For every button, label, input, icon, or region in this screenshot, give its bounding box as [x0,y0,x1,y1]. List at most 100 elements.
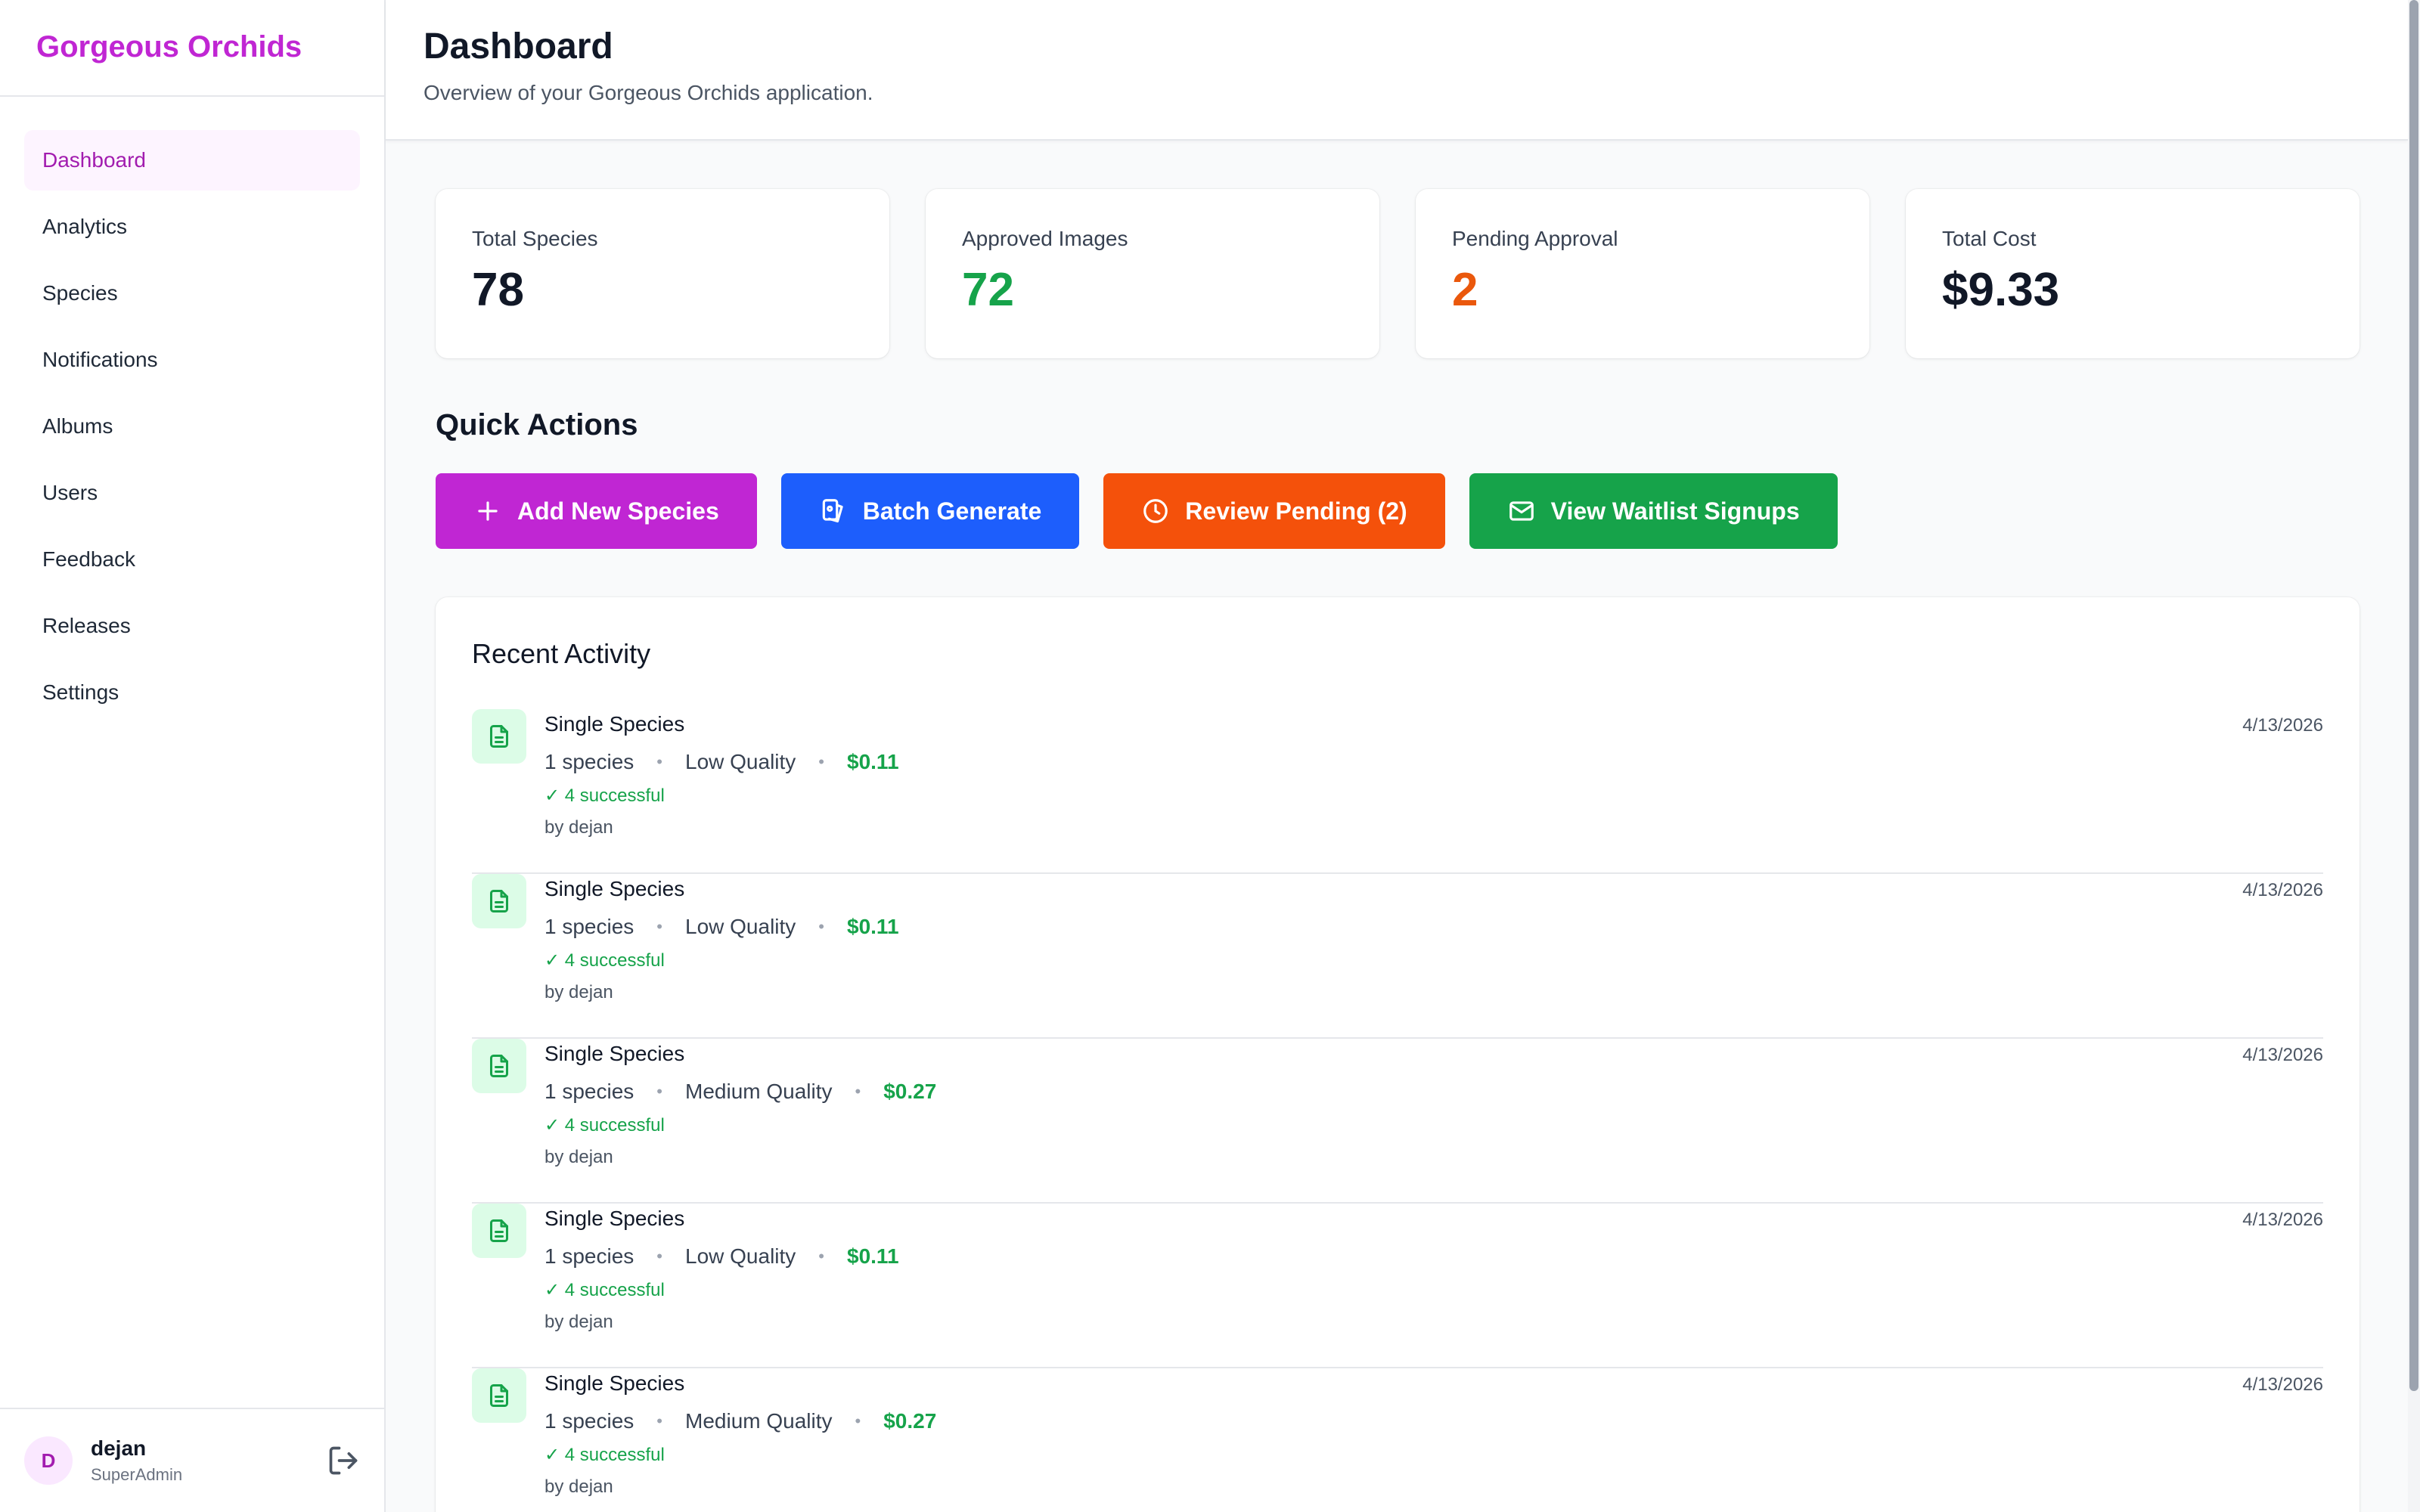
stat-card-total-species: Total Species 78 [436,189,889,358]
sidebar-item-albums[interactable]: Albums [24,396,360,457]
scrollbar-thumb[interactable] [2409,0,2418,1391]
page-title: Dashboard [424,26,613,67]
item-author: by dejan [544,1312,613,1332]
item-author: by dejan [544,982,613,1002]
separator-dot: • [656,917,662,936]
item-title: Single Species [544,1207,685,1230]
separator-dot: • [656,1411,662,1430]
item-body: Single Species 1 species • Medium Qualit… [544,1042,936,1168]
sidebar-item-notifications[interactable]: Notifications [24,330,360,390]
list-item[interactable]: Single Species 1 species • Low Quality •… [472,709,2323,874]
list-item[interactable]: Single Species 1 species • Medium Qualit… [472,1039,2323,1204]
item-cost: $0.27 [883,1409,937,1433]
plus-icon [478,501,498,521]
sidebar-item-releases[interactable]: Releases [24,596,360,656]
item-species: 1 species [544,915,634,938]
logout-icon[interactable] [327,1444,360,1477]
review-pending-label: Review Pending (2) [1185,497,1407,525]
item-body: Single Species 1 species • Low Quality •… [544,1207,899,1333]
item-cost: $0.11 [847,1244,899,1268]
page-header: Dashboard Overview of your Gorgeous Orch… [386,0,2408,141]
item-author: by dejan [544,1476,613,1497]
list-item[interactable]: Single Species 1 species • Low Quality •… [472,874,2323,1039]
item-title: Single Species [544,1042,685,1065]
sidebar-item-dashboard[interactable]: Dashboard [24,130,360,191]
brand-logo[interactable]: Gorgeous Orchids [0,0,384,97]
recent-activity-card: Recent Activity Single Species 1 species… [436,597,2360,1512]
activity-list: Single Species 1 species • Low Quality •… [472,709,2323,1512]
separator-dot: • [656,1247,662,1266]
batch-generate-button[interactable]: Batch Generate [780,473,1080,549]
review-pending-button[interactable]: Review Pending (2) [1103,473,1445,549]
item-date: 4/13/2026 [2242,1210,2323,1230]
item-author: by dejan [544,1147,613,1167]
sidebar-item-users[interactable]: Users [24,463,360,523]
sidebar-item-settings[interactable]: Settings [24,662,360,723]
list-item[interactable]: Single Species 1 species • Medium Qualit… [472,1368,2323,1512]
item-author: by dejan [544,817,613,838]
view-waitlist-signups-button[interactable]: View Waitlist Signups [1469,473,1838,549]
scrollbar[interactable] [2408,0,2420,1512]
document-icon [472,1204,526,1258]
document-icon [472,874,526,928]
item-quality: Low Quality [685,915,796,938]
item-success: ✓ 4 successful [544,1115,665,1136]
add-new-species-button[interactable]: Add New Species [436,473,757,549]
item-meta: 1 species • Medium Quality • $0.27 [544,1080,936,1104]
item-date: 4/13/2026 [2242,715,2323,736]
stat-label: Total Cost [1942,227,2037,250]
separator-dot: • [855,1411,861,1430]
item-body: Single Species 1 species • Low Quality •… [544,712,899,838]
item-quality: Medium Quality [685,1080,833,1103]
quick-actions-title: Quick Actions [436,408,638,442]
view-waitlist-signups-label: View Waitlist Signups [1550,497,1800,525]
stat-value: 78 [472,264,524,316]
item-meta: 1 species • Low Quality • $0.11 [544,1244,899,1269]
item-meta: 1 species • Low Quality • $0.11 [544,915,899,939]
quick-actions-row: Add New Species Batch Generate Review Pe… [436,473,1838,549]
item-meta: 1 species • Low Quality • $0.11 [544,750,899,774]
stat-label: Total Species [472,227,598,250]
item-date: 4/13/2026 [2242,1045,2323,1065]
clock-icon [1143,499,1168,523]
recent-activity-title: Recent Activity [472,638,651,669]
item-title: Single Species [544,877,685,900]
separator-dot: • [818,1247,824,1266]
sidebar-item-analytics[interactable]: Analytics [24,197,360,257]
item-success: ✓ 4 successful [544,1280,665,1300]
separator-dot: • [656,752,662,771]
batch-generate-label: Batch Generate [862,497,1042,525]
item-success: ✓ 4 successful [544,1445,665,1465]
stat-label: Approved Images [962,227,1128,250]
stat-card-approved-images: Approved Images 72 [926,189,1379,358]
batch-icon [822,499,843,523]
item-body: Single Species 1 species • Medium Qualit… [544,1371,936,1498]
avatar: D [24,1436,73,1485]
item-quality: Low Quality [685,750,796,773]
sidebar-nav: Dashboard Analytics Species Notification… [0,97,384,723]
page-subtitle: Overview of your Gorgeous Orchids applic… [424,81,873,104]
item-title: Single Species [544,1371,685,1395]
separator-dot: • [818,752,824,771]
stat-value: 72 [962,264,1014,316]
item-cost: $0.27 [883,1080,937,1103]
sidebar-item-feedback[interactable]: Feedback [24,529,360,590]
stat-value: $9.33 [1942,264,2060,316]
stats-row: Total Species 78 Approved Images 72 Pend… [436,189,2360,358]
separator-dot: • [818,917,824,936]
user-role: SuperAdmin [91,1465,183,1484]
stat-card-pending-approval: Pending Approval 2 [1416,189,1869,358]
item-body: Single Species 1 species • Low Quality •… [544,877,899,1003]
sidebar-item-species[interactable]: Species [24,263,360,324]
item-quality: Low Quality [685,1244,796,1268]
list-item[interactable]: Single Species 1 species • Low Quality •… [472,1204,2323,1368]
item-species: 1 species [544,1244,634,1268]
sidebar: Gorgeous Orchids Dashboard Analytics Spe… [0,0,386,1512]
item-cost: $0.11 [847,915,899,938]
item-success: ✓ 4 successful [544,785,665,806]
stat-value: 2 [1452,264,1478,316]
user-panel: D dejan SuperAdmin [0,1408,384,1512]
item-quality: Medium Quality [685,1409,833,1433]
item-cost: $0.11 [847,750,899,773]
user-meta: dejan SuperAdmin [91,1436,327,1485]
